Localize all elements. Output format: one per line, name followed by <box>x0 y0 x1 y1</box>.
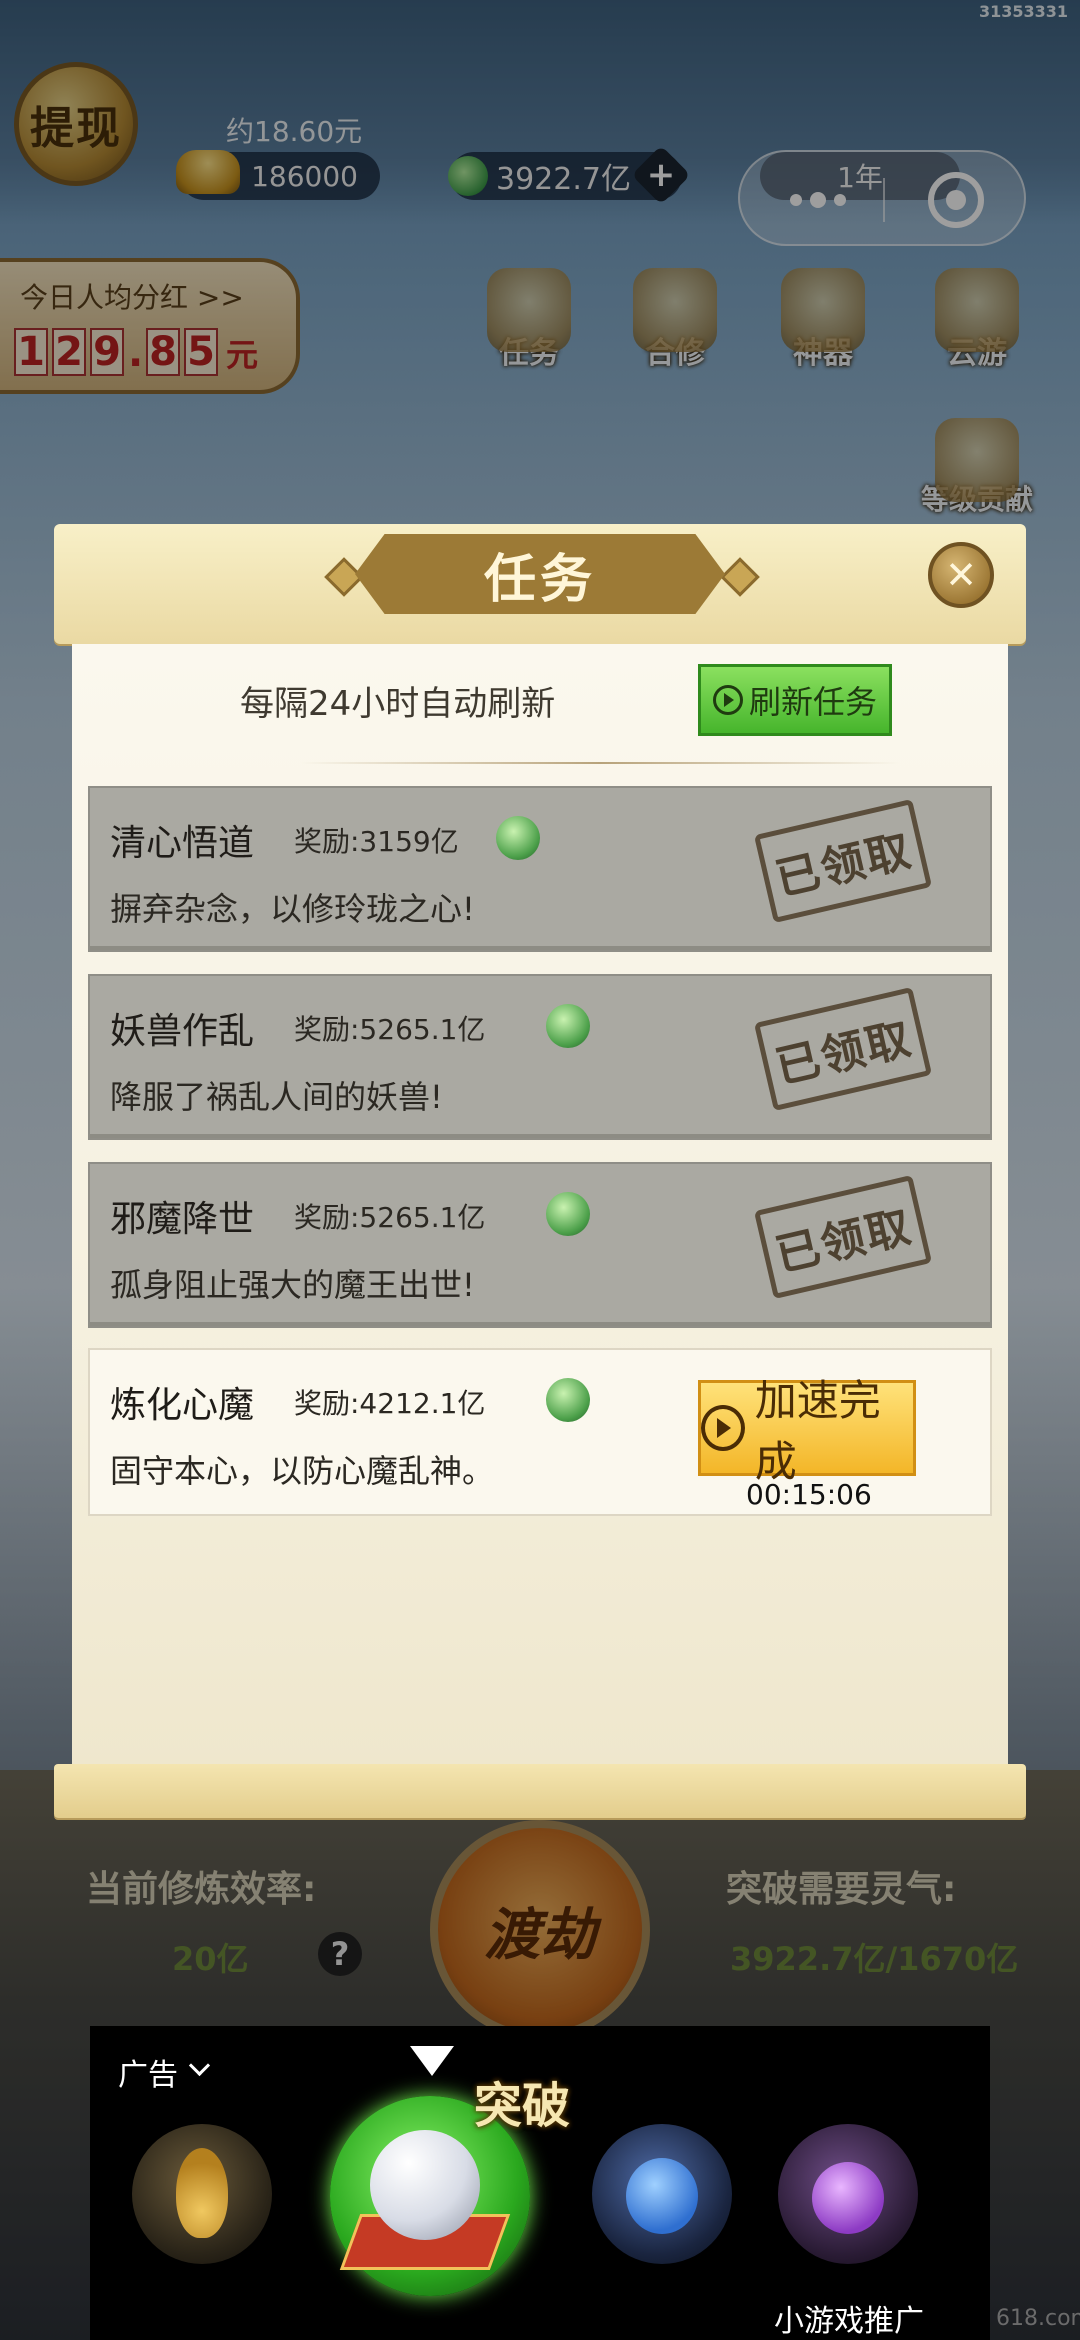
ad-item-purple-potion[interactable] <box>778 2124 918 2264</box>
task-reward: 奖励:5265.1亿 <box>294 1013 486 1046</box>
play-icon <box>712 685 743 715</box>
task-description: 孤身阻止强大的魔王出世! <box>110 1266 475 1304</box>
spirit-gem-icon <box>546 1192 590 1236</box>
gourd-icon <box>176 2148 228 2238</box>
spirit-gem-icon <box>546 1378 590 1422</box>
modal-footer <box>54 1764 1026 1818</box>
task-name: 炼化心魔 <box>110 1385 255 1426</box>
breakthrough-ad-text: 突破 <box>474 2078 571 2134</box>
task-description: 降服了祸乱人间的妖兽! <box>110 1078 443 1116</box>
task-reward: 奖励:4212.1亿 <box>294 1387 486 1420</box>
task-reward: 奖励:3159亿 <box>294 825 459 858</box>
refresh-tasks-label: 刷新任务 <box>748 683 877 721</box>
task-name: 邪魔降世 <box>110 1199 255 1240</box>
task-row: 炼化心魔 奖励:4212.1亿 固守本心，以防心魔乱神。 加速完成 00:15:… <box>88 1348 992 1516</box>
speed-up-label: 加速完成 <box>754 1376 881 1486</box>
ad-item-blue-potion[interactable] <box>592 2124 732 2264</box>
close-icon: ✕ <box>945 553 977 597</box>
claimed-stamp: 已领取 <box>753 798 933 924</box>
task-reward: 奖励:5265.1亿 <box>294 1201 486 1234</box>
refresh-tasks-button[interactable]: 刷新任务 <box>698 664 892 736</box>
pearl-icon <box>370 2130 480 2240</box>
task-name: 妖兽作乱 <box>110 1011 255 1052</box>
pointer-arrow-icon <box>410 2046 454 2076</box>
task-description: 摒弃杂念，以修玲珑之心! <box>110 890 475 928</box>
site-watermark: 618.com <box>996 2306 1080 2331</box>
section-divider <box>300 762 900 764</box>
task-row: 邪魔降世 奖励:5265.1亿 孤身阻止强大的魔王出世! 已领取 <box>88 1162 992 1328</box>
spirit-gem-icon <box>496 816 540 860</box>
mini-game-promo-label[interactable]: 小游戏推广 <box>774 2296 924 2340</box>
close-modal-button[interactable]: ✕ <box>928 542 994 608</box>
task-description: 固守本心，以防心魔乱神。 <box>110 1452 495 1490</box>
purple-potion-icon <box>812 2162 884 2234</box>
task-row: 清心悟道 奖励:3159亿 摒弃杂念，以修玲珑之心! 已领取 <box>88 786 992 952</box>
ad-item-gourd[interactable] <box>132 2124 272 2264</box>
refresh-note: 每隔24小时自动刷新 <box>240 684 556 724</box>
task-row: 妖兽作乱 奖励:5265.1亿 降服了祸乱人间的妖兽! 已领取 <box>88 974 992 1140</box>
speed-up-button[interactable]: 加速完成 <box>698 1376 916 1486</box>
blue-potion-icon <box>626 2158 698 2234</box>
modal-title: 任务 <box>355 534 725 614</box>
claimed-stamp: 已领取 <box>753 986 933 1112</box>
claimed-stamp: 已领取 <box>753 1174 933 1300</box>
countdown-timer: 00:15:06 <box>746 1478 872 1511</box>
task-name: 清心悟道 <box>110 823 255 864</box>
ad-label[interactable]: 广告 <box>118 2050 178 2094</box>
spirit-gem-icon <box>546 1004 590 1048</box>
play-icon <box>701 1405 745 1451</box>
